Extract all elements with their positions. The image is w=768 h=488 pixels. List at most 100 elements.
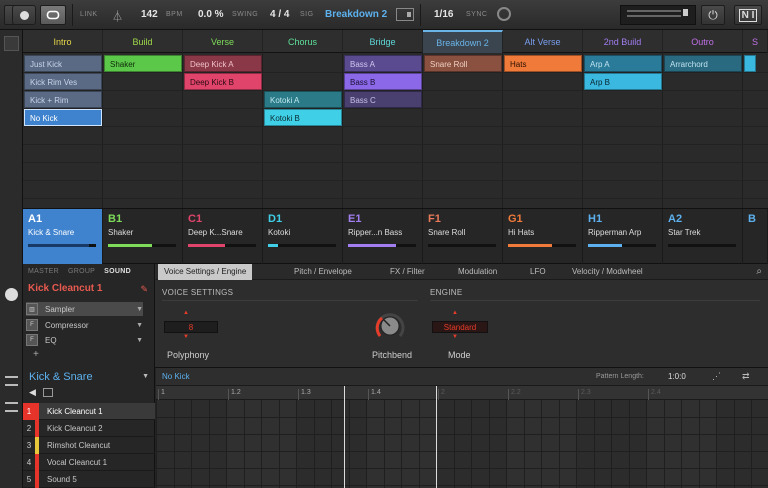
scene-name[interactable]: Breakdown 2	[325, 9, 387, 20]
group-pad[interactable]: A2 Star Trek	[663, 209, 743, 265]
group-pad[interactable]: F1 Snare Roll	[423, 209, 503, 265]
browser-toggle-icon[interactable]	[4, 36, 19, 51]
scene-build[interactable]: Build	[103, 30, 183, 53]
clip[interactable]: Shaker	[104, 55, 182, 72]
settings-gear-icon[interactable]	[497, 7, 511, 21]
link-label[interactable]: LINK	[80, 11, 98, 18]
sound-name[interactable]: Kick Cleancut 1	[28, 283, 102, 294]
power-button[interactable]: ⏻	[701, 5, 725, 25]
edit-icon[interactable]: ✎	[140, 284, 148, 295]
scene-label: Intro	[53, 36, 72, 47]
scene-breakdown-2[interactable]: Breakdown 2	[423, 30, 503, 53]
zoom-icon[interactable]: ⇄	[742, 371, 750, 382]
pattern-name[interactable]: No Kick	[162, 372, 190, 381]
pitchbend-knob[interactable]	[372, 308, 408, 344]
group-pad[interactable]: C1 Deep K...Snare	[183, 209, 263, 265]
group-selector[interactable]: Kick & Snare ▼	[23, 368, 155, 386]
timeline-ruler[interactable]: 1 1.2 1.3 1.4 2 2.2 2.3 2.4	[156, 386, 768, 400]
sound-row[interactable]: 2 Kick Cleancut 2	[23, 419, 155, 437]
step-line	[716, 400, 717, 488]
polyphony-value[interactable]: 8	[164, 321, 218, 333]
clip[interactable]: Snare Roll	[424, 55, 502, 72]
search-icon[interactable]: ⌕	[756, 266, 762, 277]
swing-value[interactable]: 0.0 %	[198, 9, 224, 20]
clip[interactable]: Deep Kick B	[184, 73, 262, 90]
plugin-slot-sampler[interactable]: ▥ Sampler ▼	[26, 302, 143, 316]
scene-2nd-build[interactable]: 2nd Build	[583, 30, 663, 53]
menu-icon[interactable]	[5, 402, 18, 412]
mode-down-arrow-icon[interactable]: ▼	[452, 334, 458, 340]
group-pad[interactable]: A1 Kick & Snare	[23, 209, 103, 265]
sound-row[interactable]: 3 Rimshot Cleancut	[23, 436, 155, 454]
polyphony-up-arrow-icon[interactable]: ▲	[183, 310, 189, 316]
clip[interactable]: Deep Kick A	[184, 55, 262, 72]
clip[interactable]: No Kick	[24, 109, 102, 126]
group-pad[interactable]: E1 Ripper...n Bass	[343, 209, 423, 265]
group-pad[interactable]: H1 Ripperman Arp	[583, 209, 663, 265]
clip[interactable]: Kotoki A	[264, 91, 342, 108]
record-button[interactable]	[12, 5, 36, 25]
clip[interactable]: Kotoki B	[264, 109, 342, 126]
scene-verse[interactable]: Verse	[183, 30, 263, 53]
group-pad[interactable]: B1 Shaker	[103, 209, 183, 265]
plugin-slot-compressor[interactable]: F Compressor ▼	[26, 318, 143, 332]
pattern-list-icon[interactable]	[5, 376, 18, 386]
group-pad[interactable]: G1 Hi Hats	[503, 209, 583, 265]
quantize-icon[interactable]: ⋰	[712, 371, 721, 382]
scene-next[interactable]: S	[743, 30, 768, 53]
tab-voice-settings[interactable]: Voice Settings / Engine	[158, 264, 253, 280]
tempo-value[interactable]: 142	[141, 9, 158, 20]
scene-alt-verse[interactable]: Alt Verse	[503, 30, 583, 53]
master-volume-meter[interactable]	[620, 5, 696, 25]
clip[interactable]: Arp A	[584, 55, 662, 72]
clip[interactable]: Kick Rim Ves	[24, 73, 102, 90]
grid-icon[interactable]	[43, 388, 53, 397]
sound-row[interactable]: 1 Kick Cleancut 1	[23, 402, 155, 420]
clip-column	[263, 53, 343, 208]
sound-panel-icon[interactable]	[5, 288, 18, 301]
clip[interactable]: Hats	[504, 55, 582, 72]
clip[interactable]: Just Kick	[24, 55, 102, 72]
scene-chorus[interactable]: Chorus	[263, 30, 343, 53]
add-plugin-button[interactable]: +	[33, 349, 39, 360]
ni-logo-button[interactable]: N I	[734, 5, 762, 25]
pattern-length-value[interactable]: 1:0:0	[668, 372, 686, 381]
clip[interactable]: Bass B	[344, 73, 422, 90]
step-line	[734, 400, 735, 488]
step-line	[401, 400, 402, 488]
clip[interactable]: Bass A	[344, 55, 422, 72]
tab-sound[interactable]: SOUND	[99, 264, 135, 280]
tab-velocity-modwheel[interactable]: Velocity / Modwheel	[566, 264, 649, 280]
tab-modulation[interactable]: Modulation	[452, 264, 503, 280]
group-pad-next[interactable]: B	[743, 209, 768, 265]
clip[interactable]: Kick + Rim	[24, 91, 102, 108]
quantize-value[interactable]: 1/16	[434, 9, 453, 20]
playhead-marker[interactable]	[344, 386, 345, 488]
sound-row[interactable]: 5 Sound 5	[23, 470, 155, 488]
follow-icon[interactable]	[396, 8, 414, 21]
tab-fx-filter[interactable]: FX / Filter	[384, 264, 431, 280]
clip-edge[interactable]	[744, 55, 756, 72]
signature-value[interactable]: 4 / 4	[270, 9, 289, 20]
polyphony-down-arrow-icon[interactable]: ▼	[183, 334, 189, 340]
mode-up-arrow-icon[interactable]: ▲	[452, 310, 458, 316]
sound-row[interactable]: 4 Vocal Cleancut 1	[23, 453, 155, 471]
mode-value[interactable]: Standard	[432, 321, 488, 333]
playhead-marker[interactable]	[436, 386, 437, 488]
metronome-icon[interactable]: ⏃	[112, 8, 123, 24]
scene-bridge[interactable]: Bridge	[343, 30, 423, 53]
tab-lfo[interactable]: LFO	[524, 264, 552, 280]
clip[interactable]: Bass C	[344, 91, 422, 108]
clip[interactable]: Arrarchord	[664, 55, 742, 72]
speaker-icon[interactable]: ◀	[29, 387, 36, 398]
loop-button[interactable]	[40, 5, 66, 25]
tab-pitch-envelope[interactable]: Pitch / Envelope	[288, 264, 358, 280]
tab-group[interactable]: GROUP	[63, 264, 99, 280]
clip[interactable]: Arp B	[584, 73, 662, 90]
plugin-slot-eq[interactable]: F EQ ▼	[26, 333, 143, 347]
group-id: H1	[588, 213, 603, 225]
group-pad[interactable]: D1 Kotoki	[263, 209, 343, 265]
scene-intro[interactable]: Intro	[23, 30, 103, 53]
scene-outro[interactable]: Outro	[663, 30, 743, 53]
tab-master[interactable]: MASTER	[23, 264, 63, 280]
